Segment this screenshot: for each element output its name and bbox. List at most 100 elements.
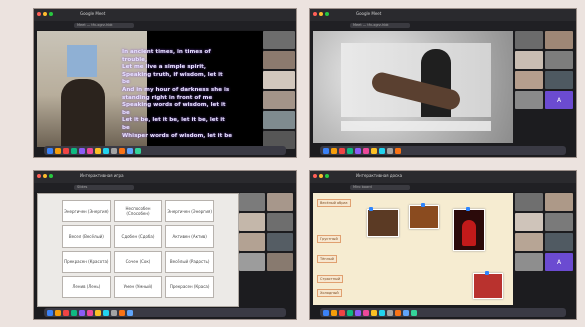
participant-tile[interactable] [239, 213, 265, 231]
word-card[interactable]: Прекрасен (Красота) [62, 250, 111, 273]
participant-tile[interactable] [515, 233, 543, 251]
tab-title[interactable]: Интерактивная доска [356, 173, 402, 178]
word-card[interactable]: Неспособен (Способен) [113, 200, 163, 223]
window-titlebar: Интерактивная игра [34, 171, 296, 183]
red-figure-image[interactable] [473, 273, 503, 299]
participant-tile[interactable] [545, 71, 573, 89]
lyric-line: Speaking words of wisdom, let it be [122, 102, 226, 116]
word-tag[interactable]: Холодный [317, 289, 342, 297]
word-card[interactable]: Сдобен (Сдоба) [113, 225, 163, 248]
participant-tiles [239, 193, 295, 271]
shared-video-area [313, 31, 513, 143]
dancer-image[interactable] [453, 209, 485, 251]
pin-icon [421, 203, 425, 207]
blurred-face [67, 45, 97, 77]
pin-icon [485, 271, 489, 275]
window-titlebar: Интерактивная доска [310, 171, 576, 183]
meeting-screen-top-left: Google Meet Meet — tfv-xgrz-hbk In ancie… [33, 8, 297, 158]
word-tag[interactable]: Грустный [317, 235, 341, 243]
participant-tile[interactable] [263, 91, 295, 109]
participant-tile[interactable] [545, 31, 573, 49]
board-area: Весёлый образ Грустный Тёплый Страстный … [313, 193, 513, 305]
guitar-video [341, 43, 491, 117]
participant-tile[interactable] [515, 51, 543, 69]
pin-icon [369, 207, 373, 211]
app-dock [44, 146, 286, 155]
window-titlebar: Google Meet [34, 9, 296, 21]
address-bar[interactable]: Meet — tfv-xgrz-hbk [310, 21, 576, 30]
app-dock [320, 146, 566, 155]
app-dock [320, 308, 566, 317]
lyric-line: Whisper words of wisdom, let it be [122, 132, 233, 139]
subtitle-strip [341, 121, 491, 131]
word-card[interactable]: Весёлый (Радость) [165, 250, 214, 273]
word-card[interactable]: Умен (Умный) [113, 275, 163, 298]
pin-icon [466, 207, 470, 211]
lyrics-overlay: In ancient times, in times of trouble, L… [122, 49, 232, 140]
participant-tiles [263, 31, 295, 149]
bread-image[interactable] [409, 205, 439, 229]
participant-tile[interactable]: A [545, 253, 573, 271]
participant-tile[interactable] [267, 213, 293, 231]
address-bar[interactable]: Slides [34, 183, 296, 192]
participant-tile[interactable] [267, 233, 293, 251]
participant-tile[interactable] [515, 213, 543, 231]
window-titlebar: Google Meet [310, 9, 576, 21]
participant-tile[interactable] [263, 71, 295, 89]
lyric-line: Speaking truth, if wisdom, let it be [122, 71, 223, 86]
tab-title[interactable]: Google Meet [80, 11, 105, 16]
participant-tiles: A [515, 193, 575, 271]
word-card[interactable]: Прекрасен (Краса) [165, 275, 214, 298]
participant-tile[interactable] [263, 51, 295, 69]
participant-tile[interactable] [263, 31, 295, 49]
lyric-line: Let me live a simple spirit, [122, 64, 206, 71]
participant-tile[interactable] [263, 111, 295, 129]
participant-tile[interactable] [515, 31, 543, 49]
avatar: A [556, 96, 562, 104]
word-card-grid: Энергичен (Энергия) Неспособен (Способен… [62, 200, 214, 298]
participant-tiles: A [515, 31, 575, 109]
app-dock [44, 308, 286, 317]
slide-area: Энергичен (Энергия) Неспособен (Способен… [37, 193, 239, 307]
meeting-screen-bottom-left: Интерактивная игра Slides Энергичен (Эне… [33, 170, 297, 320]
word-card[interactable]: Ленив (Лень) [62, 275, 111, 298]
word-tag[interactable]: Тёплый [317, 255, 337, 263]
participant-tile[interactable] [545, 193, 573, 211]
shared-video-area: In ancient times, in times of trouble, L… [37, 31, 263, 147]
participant-tile[interactable] [515, 193, 543, 211]
participant-tile[interactable] [267, 193, 293, 211]
tab-title[interactable]: Google Meet [356, 11, 381, 16]
chest-image[interactable] [367, 209, 399, 237]
word-card[interactable]: Сочен (Сок) [113, 250, 163, 273]
participant-tile[interactable] [515, 71, 543, 89]
lyric-line: In ancient times, in times of trouble, [122, 49, 211, 63]
address-bar[interactable]: Meet — tfv-xgrz-hbk [34, 21, 296, 30]
participant-tile[interactable] [545, 51, 573, 69]
participant-tile[interactable] [515, 91, 543, 109]
word-card[interactable]: Активен (Актив) [165, 225, 214, 248]
participant-tile[interactable] [267, 253, 293, 271]
participant-tile[interactable] [239, 233, 265, 251]
meeting-screen-top-right: Google Meet Meet — tfv-xgrz-hbk A [309, 8, 577, 158]
word-tag[interactable]: Весёлый образ [317, 199, 351, 207]
meeting-screen-bottom-right: Интерактивная доска Miro board Весёлый о… [309, 170, 577, 320]
word-card[interactable]: Энергичен (Энергия) [165, 200, 214, 223]
participant-tile[interactable] [239, 253, 265, 271]
url-text: Miro board [350, 185, 410, 190]
url-text: Meet — tfv-xgrz-hbk [350, 23, 410, 28]
url-text: Meet — tfv-xgrz-hbk [74, 23, 134, 28]
word-card[interactable]: Энергичен (Энергия) [62, 200, 111, 223]
participant-tile[interactable] [545, 213, 573, 231]
participant-tile[interactable] [515, 253, 543, 271]
participant-tile[interactable]: A [545, 91, 573, 109]
url-text: Slides [74, 185, 134, 190]
word-tag[interactable]: Страстный [317, 275, 344, 283]
participant-tile[interactable] [545, 233, 573, 251]
participant-tile[interactable] [239, 193, 265, 211]
word-card[interactable]: Весел (Весёлый) [62, 225, 111, 248]
lyric-line: And in my hour of darkness she is [122, 86, 230, 93]
address-bar[interactable]: Miro board [310, 183, 576, 192]
lyric-line: Let it be, let it be, let it be, let it … [122, 117, 225, 131]
avatar: A [556, 258, 562, 266]
tab-title[interactable]: Интерактивная игра [80, 173, 124, 178]
